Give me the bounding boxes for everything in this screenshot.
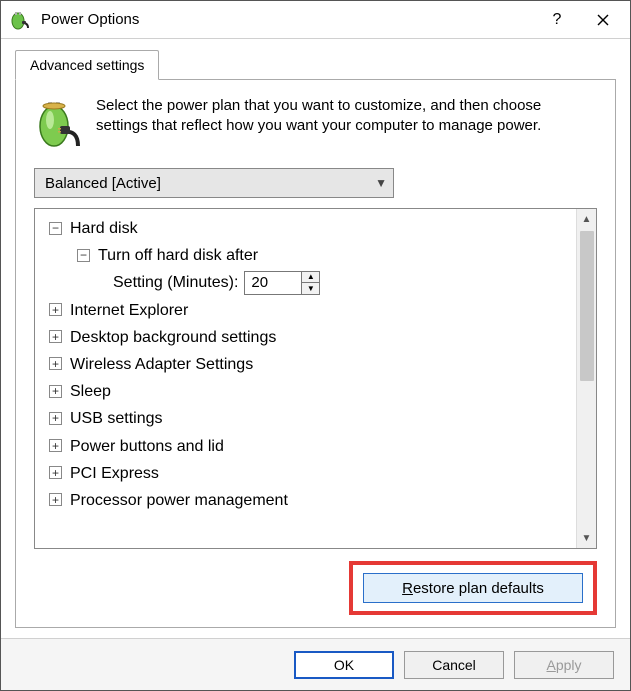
power-plan-selected: Balanced [Active]: [45, 175, 161, 192]
tree-scrollbar[interactable]: ▲ ▼: [576, 209, 596, 548]
scroll-up-icon[interactable]: ▲: [577, 209, 596, 229]
restore-highlight: Restore plan defaults: [349, 561, 597, 615]
tree-node-hard-disk[interactable]: −Hard disk: [41, 215, 574, 242]
expand-icon[interactable]: +: [49, 412, 62, 425]
restore-plan-defaults-button[interactable]: Restore plan defaults: [363, 573, 583, 603]
expand-icon[interactable]: +: [49, 493, 62, 506]
tree-node-usb-settings[interactable]: +USB settings: [41, 405, 574, 432]
client-area: Advanced settings Select the power plan …: [1, 39, 630, 638]
tab-advanced-settings[interactable]: Advanced settings: [15, 50, 159, 80]
tree-setting-row: Setting (Minutes): ▲ ▼: [41, 269, 574, 296]
settings-tree-container: −Hard disk −Turn off hard disk after Set…: [34, 208, 597, 549]
chevron-down-icon: ▼: [375, 176, 387, 190]
power-options-window: Power Options ? Advanced settings: [0, 0, 631, 691]
intro-text: Select the power plan that you want to c…: [96, 96, 597, 150]
tree-node-desktop-background[interactable]: +Desktop background settings: [41, 324, 574, 351]
expand-icon[interactable]: +: [49, 303, 62, 316]
setting-label: Setting (Minutes):: [113, 269, 238, 296]
scroll-down-icon[interactable]: ▼: [577, 528, 596, 548]
spin-down-icon[interactable]: ▼: [302, 283, 319, 294]
window-title: Power Options: [41, 11, 534, 28]
ok-button[interactable]: OK: [294, 651, 394, 679]
expand-icon[interactable]: +: [49, 357, 62, 370]
expand-icon[interactable]: +: [49, 385, 62, 398]
tree-node-wireless-adapter[interactable]: +Wireless Adapter Settings: [41, 351, 574, 378]
tree-node-processor-power[interactable]: +Processor power management: [41, 487, 574, 514]
battery-plug-large-icon: [34, 96, 82, 150]
collapse-icon[interactable]: −: [77, 249, 90, 262]
cancel-button[interactable]: Cancel: [404, 651, 504, 679]
minutes-input[interactable]: [245, 272, 301, 294]
tree-node-sleep[interactable]: +Sleep: [41, 378, 574, 405]
scroll-thumb[interactable]: [580, 231, 594, 381]
intro-row: Select the power plan that you want to c…: [34, 96, 597, 150]
tree-node-internet-explorer[interactable]: +Internet Explorer: [41, 297, 574, 324]
expand-icon[interactable]: +: [49, 330, 62, 343]
tree-node-turn-off-hard-disk[interactable]: −Turn off hard disk after: [41, 242, 574, 269]
titlebar: Power Options ?: [1, 1, 630, 39]
close-icon: [597, 14, 609, 26]
expand-icon[interactable]: +: [49, 439, 62, 452]
dialog-footer: OK Cancel Apply: [1, 638, 630, 690]
tree-node-power-buttons-lid[interactable]: +Power buttons and lid: [41, 433, 574, 460]
apply-button[interactable]: Apply: [514, 651, 614, 679]
tab-panel: Select the power plan that you want to c…: [15, 79, 616, 628]
spin-up-icon[interactable]: ▲: [302, 272, 319, 284]
tabstrip: Advanced settings: [15, 50, 616, 80]
minutes-spinner[interactable]: ▲ ▼: [244, 271, 320, 295]
help-button[interactable]: ?: [534, 5, 580, 35]
expand-icon[interactable]: +: [49, 466, 62, 479]
power-plan-dropdown[interactable]: Balanced [Active] ▼: [34, 168, 394, 198]
settings-tree[interactable]: −Hard disk −Turn off hard disk after Set…: [35, 209, 576, 548]
battery-plug-icon: [9, 9, 31, 31]
close-button[interactable]: [580, 5, 626, 35]
tree-node-pci-express[interactable]: +PCI Express: [41, 460, 574, 487]
collapse-icon[interactable]: −: [49, 222, 62, 235]
